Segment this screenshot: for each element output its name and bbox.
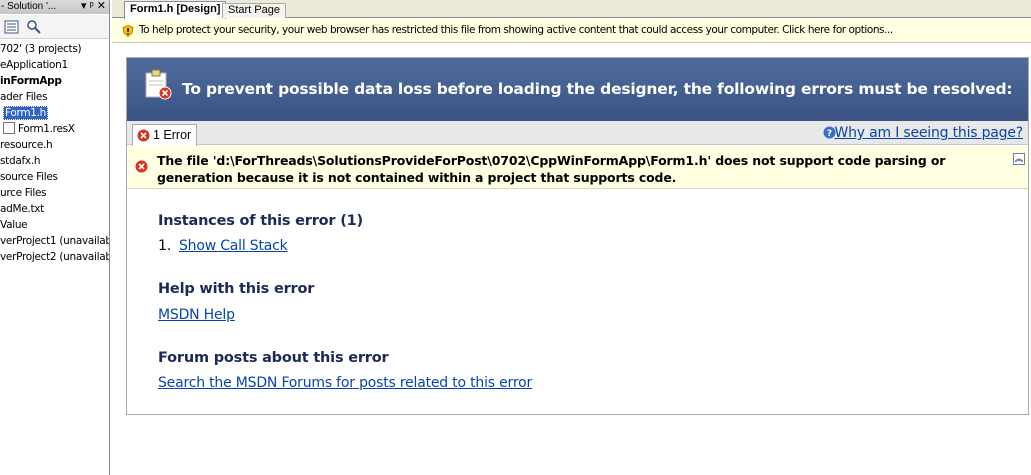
tab-form1-design[interactable]: Form1.h [Design] [124, 1, 227, 19]
instances-heading: Instances of this error (1) [158, 213, 363, 229]
tree-item[interactable]: stdafx.h [0, 153, 109, 169]
tree-item[interactable]: 702' (3 projects) [0, 41, 109, 57]
tree-item[interactable]: ader Files [0, 89, 109, 105]
tree-item-label: Form1.h [3, 106, 49, 120]
tree-item[interactable]: Value [0, 217, 109, 233]
solution-explorer-panel: - Solution '... ▾ ᵖ ✕ 702' (3 projects) e… [0, 0, 110, 475]
tree-item[interactable]: verProject2 (unavailable) [0, 249, 109, 265]
resource-file-icon [3, 122, 15, 134]
tree-item-label: Value [0, 219, 28, 231]
tree-item-label: 702' (3 projects) [0, 43, 82, 55]
error-page-title: To prevent possible data loss before loa… [182, 80, 1013, 98]
properties-icon[interactable] [4, 19, 20, 35]
tree-item[interactable]: source Files [0, 169, 109, 185]
tree-item-label: resource.h [0, 139, 53, 151]
error-message: The file 'd:\ForThreads\SolutionsProvide… [157, 153, 946, 185]
solution-explorer-title-bar: - Solution '... ▾ ᵖ ✕ [0, 0, 109, 14]
close-icon[interactable]: ✕ [97, 0, 106, 12]
tree-item[interactable]: Form1.h [0, 105, 109, 121]
dropdown-icon[interactable]: ▾ [81, 0, 87, 12]
collapse-chevron-icon[interactable]: ︽ [1013, 153, 1025, 165]
tree-item-label: eApplication1 [0, 59, 68, 71]
tab-start-page[interactable]: Start Page [222, 3, 286, 18]
error-header: To prevent possible data loss before loa… [127, 58, 1028, 121]
msdn-help-link[interactable]: MSDN Help [158, 307, 235, 323]
tree-item[interactable]: resource.h [0, 137, 109, 153]
solution-tree: 702' (3 projects) eApplication1 inFormApp a… [0, 41, 109, 265]
pin-icon[interactable]: ᵖ [90, 0, 94, 12]
info-bar-text: To help protect your security, your web … [139, 24, 893, 36]
shield-warning-icon [122, 25, 134, 37]
tree-item-label: inFormApp [0, 75, 62, 87]
tree-item-label: adMe.txt [0, 203, 45, 215]
svg-text:?: ? [827, 129, 832, 139]
tree-item[interactable]: inFormApp [0, 73, 109, 89]
error-icon [137, 129, 150, 142]
document-tab-bar: Form1.h [Design] Start Page [112, 0, 1031, 19]
tree-item[interactable]: Form1.resX [0, 121, 109, 137]
tree-item[interactable]: adMe.txt [0, 201, 109, 217]
msdn-forums-search-link[interactable]: Search the MSDN Forums for posts related… [158, 375, 532, 391]
help-heading: Help with this error [158, 281, 315, 297]
tree-item[interactable]: eApplication1 [0, 57, 109, 73]
show-call-stack-link[interactable]: Show Call Stack [179, 238, 288, 254]
tree-item[interactable]: urce Files [0, 185, 109, 201]
tree-item-label: stdafx.h [0, 155, 41, 167]
panel-controls[interactable]: ▾ ᵖ ✕ [81, 0, 106, 13]
why-seeing-page-link[interactable]: Why am I seeing this page? [834, 125, 1023, 141]
clipboard-error-icon [145, 69, 172, 100]
error-message-row: The file 'd:\ForThreads\SolutionsProvide… [127, 146, 1028, 189]
error-tab-row: 1 Error ? Why am I seeing this page? [127, 121, 1028, 146]
tree-item-label: verProject2 (unavailable) [0, 251, 109, 263]
tree-item-label: verProject1 (unavailable) [0, 235, 109, 247]
panel-title: - Solution '... [1, 1, 57, 12]
security-info-bar[interactable]: To help protect your security, your web … [112, 19, 1031, 43]
forum-heading: Forum posts about this error [158, 350, 389, 366]
error-count-tab[interactable]: 1 Error [132, 124, 198, 146]
designer-error-page: To prevent possible data loss before loa… [126, 57, 1029, 415]
tree-item-label: Form1.resX [18, 123, 75, 135]
error-count-label: 1 Error [153, 128, 192, 142]
tree-item[interactable]: verProject1 (unavailable) [0, 233, 109, 249]
tree-item-label: ader Files [0, 91, 48, 103]
instance-number: 1. [158, 238, 172, 254]
class-view-icon[interactable] [26, 19, 42, 35]
error-icon [135, 160, 148, 173]
solution-explorer-toolbar [0, 15, 109, 39]
tree-item-label: source Files [0, 171, 58, 183]
tree-item-label: urce Files [0, 187, 47, 199]
